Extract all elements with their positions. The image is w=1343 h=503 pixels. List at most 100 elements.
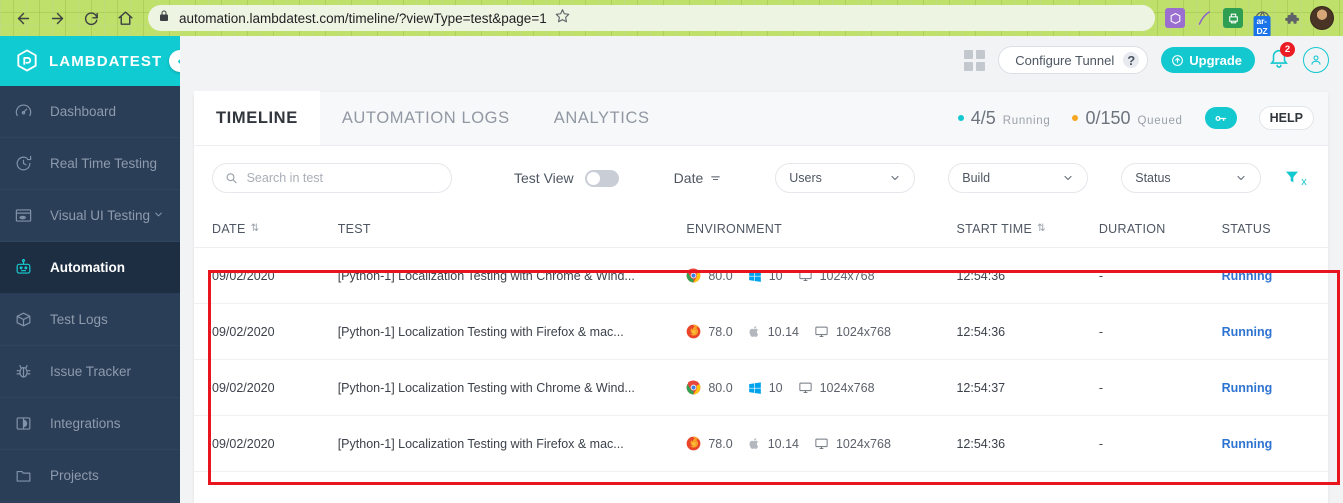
status-dropdown[interactable]: Status [1121, 163, 1262, 193]
clear-filters-x: x [1301, 175, 1307, 188]
address-bar[interactable]: automation.lambdatest.com/timeline/?view… [148, 5, 1155, 31]
os-info: 10.14 [748, 437, 799, 451]
chevron-down-icon [891, 175, 899, 181]
chrome-icon [686, 268, 701, 283]
users-dropdown-label: Users [789, 171, 822, 185]
help-button[interactable]: HELP [1258, 106, 1314, 130]
configure-tunnel-button[interactable]: Configure Tunnel ? [998, 46, 1149, 74]
account-avatar[interactable] [1303, 47, 1329, 73]
sort-icon[interactable]: ⇅ [1037, 223, 1046, 234]
back-button[interactable] [8, 3, 38, 33]
bookmark-star-icon[interactable] [555, 8, 570, 28]
status-badge[interactable]: Running [1222, 325, 1273, 339]
sidebar-item-test-logs[interactable]: Test Logs [0, 294, 180, 346]
upgrade-arrow-icon [1172, 54, 1184, 66]
access-key-button[interactable] [1204, 107, 1237, 129]
tab-timeline[interactable]: TIMELINE [194, 91, 320, 145]
sidebar-item-automation[interactable]: Automation [0, 242, 180, 294]
cell-test-name[interactable]: [Python-1] Localization Testing with Chr… [338, 269, 687, 283]
reload-button[interactable] [76, 3, 106, 33]
key-icon [1215, 115, 1227, 121]
running-dot-icon [957, 115, 964, 121]
status-summary: 4/5 Running 0/150 Queued HELP [957, 91, 1328, 145]
cell-date: 09/02/2020 [212, 380, 275, 395]
chevron-down-icon [1237, 175, 1245, 181]
extension-pen-icon[interactable] [1194, 8, 1214, 28]
resolution-info: 1024x768 [814, 324, 891, 339]
browser-info: 80.0 [686, 380, 733, 395]
tab-analytics[interactable]: ANALYTICS [532, 91, 672, 145]
cell-test-name[interactable]: [Python-1] Localization Testing with Chr… [338, 381, 687, 395]
sidebar-label: Integrations [50, 416, 121, 431]
users-dropdown[interactable]: Users [775, 163, 916, 193]
cell-test-name[interactable]: [Python-1] Localization Testing with Fir… [338, 325, 687, 339]
timeline-card: TIMELINE AUTOMATION LOGS ANALYTICS 4/5 R… [194, 91, 1328, 503]
tunnel-help-icon[interactable]: ? [1123, 52, 1140, 68]
status-badge[interactable]: Running [1222, 381, 1273, 395]
sidebar-item-projects[interactable]: Projects [0, 450, 180, 502]
table-row[interactable]: 09/02/2020 [Python-1] Localization Testi… [194, 248, 1328, 304]
status-dropdown-label: Status [1135, 171, 1171, 185]
sidebar-item-visual-ui-testing[interactable]: Visual UI Testing [0, 190, 180, 242]
cell-status: Running [1222, 325, 1310, 339]
monitor-icon [799, 382, 812, 393]
apps-grid-icon[interactable] [964, 49, 986, 71]
browser-profile-avatar[interactable] [1310, 6, 1334, 30]
url-text: automation.lambdatest.com/timeline/?view… [179, 10, 547, 26]
translate-language-badge: ar-DZ [1253, 16, 1271, 37]
browser-info: 80.0 [686, 268, 733, 283]
column-header-start-time[interactable]: START TIME ⇅ [956, 222, 1098, 236]
build-dropdown[interactable]: Build [948, 163, 1089, 193]
cell-start-time: 12:54:36 [956, 324, 1006, 339]
running-label: Running [1002, 114, 1051, 127]
app-topbar: Configure Tunnel ? Upgrade 2 [180, 36, 1343, 84]
extensions-tray: ar-DZ [1165, 6, 1343, 37]
windows-icon [748, 381, 761, 394]
cell-duration: - [1098, 324, 1104, 339]
queued-label: Queued [1137, 114, 1183, 127]
upgrade-button[interactable]: Upgrade [1161, 47, 1255, 73]
forward-button[interactable] [42, 3, 72, 33]
sidebar-item-dashboard[interactable]: Dashboard [0, 86, 180, 138]
sidebar-item-integrations[interactable]: Integrations [0, 398, 180, 450]
status-badge[interactable]: Running [1222, 437, 1273, 451]
sort-icon[interactable]: ⇅ [251, 223, 260, 234]
search-box[interactable] [212, 163, 452, 193]
resolution-info: 1024x768 [798, 380, 875, 395]
browser-version: 78.0 [708, 436, 733, 451]
column-header-environment: ENVIRONMENT [686, 222, 956, 236]
speedometer-icon [14, 102, 40, 121]
os-version: 10.14 [767, 436, 799, 451]
queued-stat: 0/150 Queued [1072, 108, 1182, 129]
clear-filters-button[interactable]: x [1284, 169, 1307, 188]
cell-test-name[interactable]: [Python-1] Localization Testing with Fir… [338, 437, 687, 451]
search-input[interactable] [246, 171, 439, 185]
eye-screen-icon [14, 206, 40, 225]
table-row[interactable]: 09/02/2020 [Python-1] Localization Testi… [194, 416, 1328, 472]
extensions-puzzle-icon[interactable] [1281, 8, 1301, 28]
queued-value: 0/150 [1085, 107, 1131, 128]
table-row[interactable]: 09/02/2020 [Python-1] Localization Testi… [194, 360, 1328, 416]
browser-info: 78.0 [686, 436, 733, 451]
date-filter-button[interactable]: Date [674, 170, 723, 186]
home-button[interactable] [110, 3, 140, 33]
extension-translate-icon[interactable]: ar-DZ [1252, 8, 1272, 37]
running-value: 4/5 [970, 107, 996, 128]
build-dropdown-label: Build [962, 171, 991, 185]
status-badge[interactable]: Running [1222, 269, 1273, 283]
browser-version: 80.0 [708, 268, 733, 283]
cell-duration: - [1098, 380, 1104, 395]
column-header-date[interactable]: DATE ⇅ [212, 222, 338, 236]
tab-automation-logs[interactable]: AUTOMATION LOGS [320, 91, 532, 145]
sidebar-item-real-time-testing[interactable]: Real Time Testing [0, 138, 180, 190]
extension-printer-icon[interactable] [1223, 8, 1243, 28]
sidebar: LAMBDATEST Dashboard Real Time Testing V… [0, 36, 191, 503]
extension-purple-icon[interactable] [1165, 8, 1185, 28]
sidebar-item-issue-tracker[interactable]: Issue Tracker [0, 346, 180, 398]
notifications-button[interactable]: 2 [1268, 41, 1295, 74]
column-label: TEST [337, 221, 371, 236]
resolution-value: 1024x768 [819, 380, 875, 395]
resolution-info: 1024x768 [814, 436, 891, 451]
test-view-toggle[interactable] [584, 169, 619, 187]
table-row[interactable]: 09/02/2020 [Python-1] Localization Testi… [194, 304, 1328, 360]
